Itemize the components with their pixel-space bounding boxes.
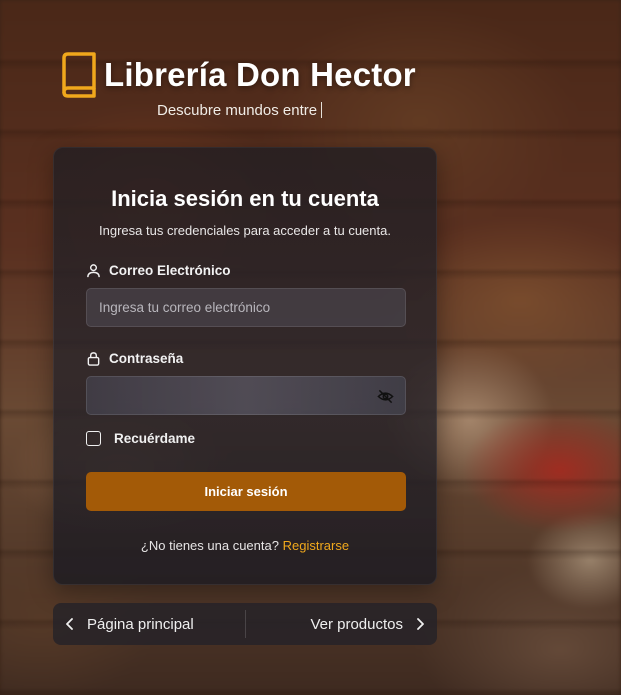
typing-caret xyxy=(321,102,323,118)
book-icon xyxy=(62,52,96,98)
remember-checkbox[interactable] xyxy=(86,431,101,446)
eye-off-icon[interactable] xyxy=(377,388,394,405)
products-link[interactable]: Ver productos xyxy=(246,603,438,645)
user-icon xyxy=(87,264,100,278)
email-field[interactable]: Ingresa tu correo electrónico xyxy=(86,288,406,327)
tagline-text: Descubre mundos entre xyxy=(157,102,318,119)
login-subtitle: Ingresa tus credenciales para acceder a … xyxy=(99,223,391,238)
brand-header: Librería Don Hector xyxy=(60,52,416,98)
lock-icon xyxy=(87,352,100,366)
chevron-left-icon xyxy=(66,618,73,630)
email-label-text: Correo Electrónico xyxy=(109,263,231,278)
password-label: Contraseña xyxy=(86,351,183,366)
login-card: Inicia sesión en tu cuenta Ingresa tus c… xyxy=(53,147,437,585)
brand-title: Librería Don Hector xyxy=(104,56,416,93)
signup-prompt: ¿No tienes una cuenta? Registrarse xyxy=(54,538,436,553)
remember-me[interactable]: Recuérdame xyxy=(86,431,195,446)
login-button[interactable]: Iniciar sesión xyxy=(86,472,406,511)
signup-prompt-text: ¿No tienes una cuenta? xyxy=(140,538,279,553)
signup-link[interactable]: Registrarse xyxy=(283,538,349,553)
home-link[interactable]: Página principal xyxy=(53,603,245,645)
home-link-label: Página principal xyxy=(87,615,194,633)
email-label: Correo Electrónico xyxy=(86,263,231,278)
chevron-right-icon xyxy=(417,618,424,630)
email-placeholder: Ingresa tu correo electrónico xyxy=(99,300,271,315)
password-label-text: Contraseña xyxy=(109,351,184,366)
bottom-nav: Página principal Ver productos xyxy=(53,603,437,645)
remember-label: Recuérdame xyxy=(114,431,196,446)
login-title: Inicia sesión en tu cuenta xyxy=(111,186,379,211)
brand-tagline: Descubre mundos entre xyxy=(157,102,323,119)
password-field[interactable] xyxy=(86,376,406,415)
products-link-label: Ver productos xyxy=(310,615,403,633)
